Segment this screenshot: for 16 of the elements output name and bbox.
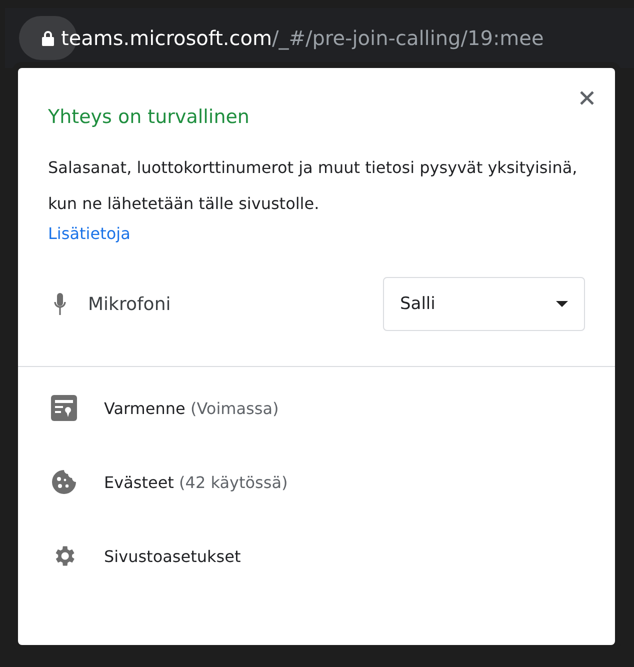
site-info-link[interactable]: Sivustoasetukset <box>104 546 241 566</box>
site-info-link[interactable]: Evästeet (42 käytössä) <box>104 472 288 492</box>
description-text: Salasanat, luottokorttinumerot ja muut tietosi pysyvät yksityisinä, kun ne lähetetään tälle sivustolle. <box>48 157 578 215</box>
site-info-link[interactable]: Varmenne (Voimassa) <box>104 398 279 418</box>
learn-more-link[interactable]: Lisätietoja <box>48 224 130 243</box>
permission-label: Mikrofoni <box>88 294 172 314</box>
close-icon[interactable] <box>579 90 595 106</box>
popup-title: Yhteys on turvallinen <box>48 106 250 128</box>
permission-dropdown[interactable]: Salli <box>383 277 585 331</box>
microphone-icon <box>54 293 66 315</box>
cookie-icon <box>51 469 77 495</box>
address-bar[interactable]: teams.microsoft.com/_#/pre-join-calling/19:mee <box>5 8 634 68</box>
caret-icon <box>556 301 568 307</box>
url-path: /_#/pre-join-calling/19:mee <box>272 26 544 50</box>
url-host: teams.microsoft.com <box>61 26 272 50</box>
certificate-icon <box>51 395 77 421</box>
